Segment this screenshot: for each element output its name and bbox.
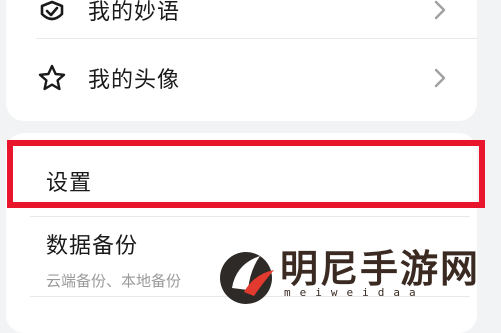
watermark: 明尼手游网 meiweidaa <box>214 234 501 313</box>
settings-section-title[interactable]: 设置 <box>46 165 92 197</box>
menu-card: 我的妙语 我的头像 <box>6 0 477 121</box>
shield-check-icon <box>40 0 64 21</box>
chevron-right-icon <box>434 68 446 88</box>
chevron-right-icon <box>434 0 446 20</box>
data-backup-item[interactable]: 数据备份 <box>46 228 138 260</box>
menu-item-my-avatar[interactable]: 我的头像 <box>6 48 477 108</box>
divider <box>36 38 477 39</box>
star-outline-icon <box>38 64 66 91</box>
menu-item-my-quotes[interactable]: 我的妙语 <box>6 0 477 40</box>
data-backup-subtitle: 云端备份、本地备份 <box>46 272 182 290</box>
watermark-title: 明尼手游网 <box>280 246 481 291</box>
watermark-logo-icon <box>220 252 274 304</box>
menu-item-label: 我的妙语 <box>88 0 181 25</box>
watermark-url: meiweidaa <box>284 286 425 299</box>
menu-item-label: 我的头像 <box>88 68 181 93</box>
divider <box>30 216 470 217</box>
